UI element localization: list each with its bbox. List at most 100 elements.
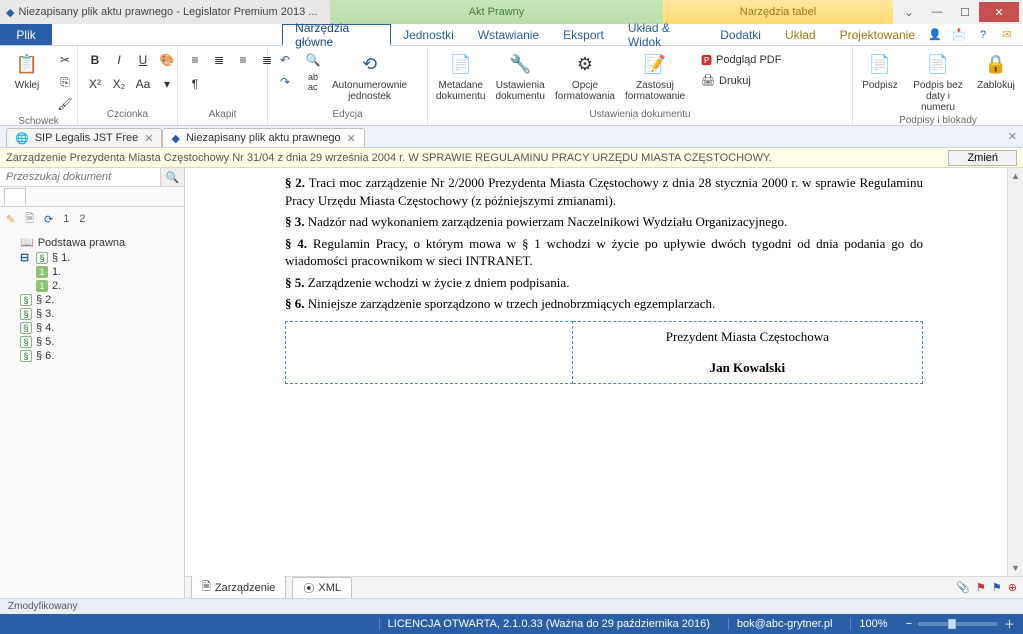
tree-s2[interactable]: §§ 2. [20, 293, 180, 307]
find-button[interactable]: 🔍 [302, 50, 324, 70]
doc-tab-niezapisany[interactable]: ◆ Niezapisany plik aktu prawnego ✕ [162, 128, 364, 147]
zoom-slider[interactable] [918, 622, 998, 626]
align-left-button[interactable]: ≡ [184, 50, 206, 70]
format-painter-button[interactable]: 🖌 [54, 94, 76, 114]
tree-root[interactable]: 📖Podstawa prawna [20, 235, 180, 250]
group-label: Czcionka [82, 109, 173, 125]
scroll-up-icon[interactable]: ▲ [1008, 168, 1023, 184]
tab-close-icon[interactable]: ✕ [347, 132, 356, 145]
expand-icon[interactable]: ⊟ [20, 251, 32, 264]
redo-button[interactable]: ↷ [274, 72, 296, 92]
tab-uklad-widok[interactable]: Układ & Widok [616, 24, 708, 45]
doc-icon[interactable]: 🗎 [25, 210, 34, 229]
print-button[interactable]: 🖨Drukuj [697, 72, 785, 89]
tree-s6[interactable]: §§ 6. [20, 349, 180, 363]
search-input[interactable] [0, 168, 160, 186]
lock-button[interactable]: 🔒Zablokuj [973, 48, 1019, 93]
align-center-button[interactable]: ≣ [208, 50, 230, 70]
sig-cell-left[interactable] [286, 321, 573, 383]
tree-s1-1[interactable]: 11. [36, 265, 180, 279]
mail-icon[interactable]: 📩 [951, 27, 967, 43]
group-label: Edycja [272, 109, 423, 125]
tab-eksport[interactable]: Eksport [551, 24, 616, 45]
attachment-icon[interactable]: 📎 [956, 581, 970, 594]
metadata-button[interactable]: 📄Metadane dokumentu [432, 48, 489, 104]
close-button[interactable]: ✕ [979, 2, 1019, 22]
page-1[interactable]: 1 [63, 213, 69, 225]
font-color-button[interactable]: 🎨 [156, 50, 178, 70]
case-button[interactable]: Aa [132, 74, 154, 94]
tree-s5[interactable]: §§ 5. [20, 335, 180, 349]
superscript-button[interactable]: X² [84, 74, 106, 94]
sign-label: Podpisz [862, 80, 898, 91]
tree-s3[interactable]: §§ 3. [20, 307, 180, 321]
zoom-in-icon[interactable]: ＋ [1004, 616, 1015, 632]
flag-plus-icon[interactable]: ⊕ [1008, 581, 1017, 594]
vertical-scrollbar[interactable]: ▲ ▼ [1007, 168, 1023, 576]
scroll-down-icon[interactable]: ▼ [1008, 560, 1023, 576]
tree-s1-2[interactable]: 12. [36, 279, 180, 293]
bottom-tab-xml[interactable]: ⦿XML [292, 577, 352, 599]
refresh-icon[interactable]: ⟳ [44, 213, 53, 226]
document-editor[interactable]: § 2. Traci moc zarządzenie Nr 2/2000 Pre… [185, 168, 1023, 576]
tab-wstawianie[interactable]: Wstawianie [466, 24, 551, 45]
pilcrow-button[interactable]: ¶ [184, 74, 206, 94]
settings-button[interactable]: 🔧Ustawienia dokumentu [491, 48, 548, 104]
sig-cell-right[interactable]: Prezydent Miasta Częstochowa Jan Kowalsk… [572, 321, 922, 383]
section-icon: § [20, 322, 32, 334]
group-label: Ustawienia dokumentu [432, 109, 848, 125]
replace-button[interactable]: abac [302, 72, 324, 92]
search-bar: 🔍 [0, 168, 184, 187]
copy-button[interactable]: ⎘ [54, 72, 76, 92]
help-icon[interactable]: ? [975, 27, 991, 43]
italic-button[interactable]: I [108, 50, 130, 70]
ribbon-collapse-icon[interactable]: ⌄ [895, 2, 923, 22]
bold-button[interactable]: B [84, 50, 106, 70]
pdf-preview-button[interactable]: 🅿 Podgląd PDF [697, 50, 785, 70]
page-2[interactable]: 2 [79, 213, 85, 225]
align-right-button[interactable]: ≡ [232, 50, 254, 70]
doc-tab-legalis[interactable]: 🌐 SIP Legalis JST Free ✕ [6, 128, 162, 147]
zoom-control[interactable]: − ＋ [906, 616, 1015, 632]
autonumber-button[interactable]: ⟲ Autonumerownie jednostek [328, 48, 411, 104]
titlebar: ◆ Niezapisany plik aktu prawnego - Legis… [0, 0, 1023, 24]
zoom-thumb[interactable] [948, 619, 956, 629]
flag-blue-icon[interactable]: ⚑ [992, 581, 1002, 594]
underline-button[interactable]: U [132, 50, 154, 70]
tab-uklad[interactable]: Układ [773, 24, 828, 45]
user-icon[interactable]: 👤 [927, 27, 943, 43]
zoom-out-icon[interactable]: − [906, 618, 912, 630]
change-button[interactable]: Zmień [948, 150, 1017, 166]
sig-title: Prezydent Miasta Częstochowa [585, 328, 910, 346]
sign-button[interactable]: 📄Podpisz [857, 48, 903, 93]
cut-button[interactable]: ✂ [54, 50, 76, 70]
tab-dodatki[interactable]: Dodatki [708, 24, 773, 45]
format-options-button[interactable]: ⚙Opcje formatowania [551, 48, 619, 104]
tree-s4[interactable]: §§ 4. [20, 321, 180, 335]
tab-close-icon[interactable]: ✕ [144, 132, 153, 145]
maximize-button[interactable]: ☐ [951, 2, 979, 22]
file-tab[interactable]: Plik [0, 24, 52, 45]
tab-narzedzia-glowne[interactable]: Narzędzia główne [282, 24, 391, 46]
pdf-icon: 🅿 [701, 52, 712, 68]
tab-projektowanie[interactable]: Projektowanie [828, 24, 927, 45]
document-tree[interactable]: 📖Podstawa prawna ⊟§§ 1. 11. 12. §§ 2. §§… [0, 231, 184, 598]
subscript-button[interactable]: X₂ [108, 74, 130, 94]
font-dropdown[interactable]: ▾ [156, 74, 178, 94]
minimize-button[interactable]: — [923, 2, 951, 22]
pdf-label: Podgląd PDF [716, 54, 781, 66]
tab-jednostki[interactable]: Jednostki [391, 24, 466, 45]
apply-format-button[interactable]: 📝Zastosuj formatowanie [621, 48, 689, 104]
wand-icon[interactable]: ✎ [6, 213, 15, 226]
bottom-tab-zarzadzenie[interactable]: 🗎Zarządzenie [191, 575, 286, 600]
flag-red-icon[interactable]: ⚑ [976, 581, 986, 594]
signature-table[interactable]: Prezydent Miasta Częstochowa Jan Kowalsk… [285, 321, 923, 384]
paste-button[interactable]: 📋 Wklej [4, 48, 50, 93]
undo-button[interactable]: ↶ [274, 50, 296, 70]
nav-tab[interactable] [4, 188, 26, 206]
tabs-close-all-icon[interactable]: ✕ [1008, 130, 1017, 143]
tree-s1[interactable]: ⊟§§ 1. [20, 250, 180, 265]
envelope-icon[interactable]: ✉ [999, 27, 1015, 43]
search-button[interactable]: 🔍 [160, 168, 184, 186]
sign-nodate-button[interactable]: 📄Podpis bez daty i numeru [905, 48, 971, 115]
